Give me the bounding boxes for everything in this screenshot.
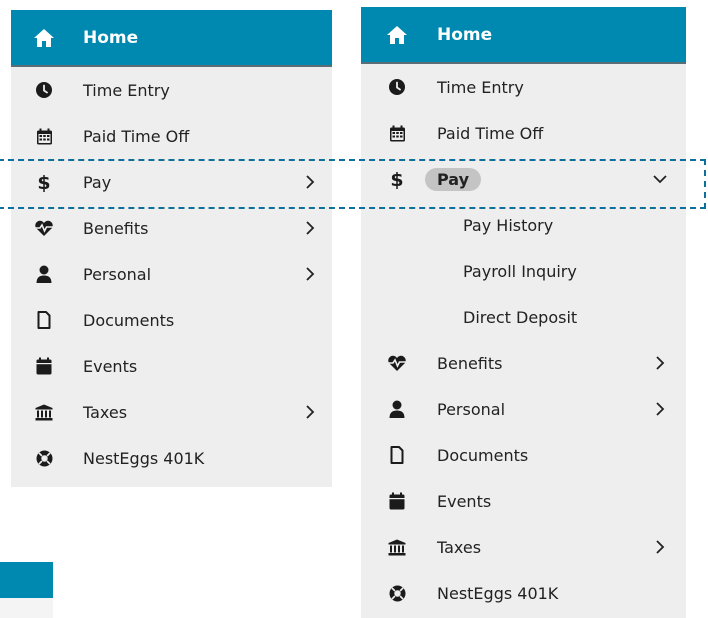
nav-label: NestEggs 401K [437,583,559,603]
nav-label: Documents [83,310,175,330]
dollar-icon: $ [33,171,55,193]
nav-item-time-entry[interactable]: Time Entry [11,67,332,113]
cropped-menu-fragment [0,562,53,618]
calendar-icon [33,355,55,377]
nav-item-pay-active[interactable]: $ Pay [361,156,686,202]
nav-item-taxes[interactable]: Taxes [361,524,686,570]
subnav-label: Payroll Inquiry [463,261,577,281]
nav-item-time-entry[interactable]: Time Entry [361,64,686,110]
expanded-nav-menu: Home Time Entry Paid Time Off $ Pay Pay … [361,7,686,618]
nav-label: Personal [83,264,152,284]
lifebuoy-icon [33,447,55,469]
nav-item-events[interactable]: Events [361,478,686,524]
fragment-body [0,598,53,618]
chevron-right-icon[interactable] [652,401,668,417]
svg-text:$: $ [37,172,50,192]
chevron-down-icon[interactable] [652,171,668,187]
subnav-label: Pay History [463,215,554,235]
heartbeat-icon [386,352,408,374]
nav-label: Benefits [437,353,503,373]
document-icon [33,309,55,331]
user-icon [33,263,55,285]
nav-item-documents[interactable]: Documents [11,297,332,343]
nav-label: Taxes [83,402,128,422]
chevron-right-icon[interactable] [302,220,318,236]
chevron-right-icon[interactable] [652,539,668,555]
chevron-right-icon[interactable] [302,404,318,420]
calendar-icon [386,490,408,512]
user-icon [386,398,408,420]
nav-item-benefits[interactable]: Benefits [361,340,686,386]
home-nav-item[interactable]: Home [11,10,332,67]
nav-label: Events [83,356,138,376]
nav-label: Documents [437,445,529,465]
home-label: Home [83,27,139,48]
clock-icon [386,76,408,98]
bank-icon [33,401,55,423]
subnav-item-direct-deposit[interactable]: Direct Deposit [361,294,686,340]
fragment-header-bar [0,562,53,598]
nav-item-nesteggs[interactable]: NestEggs 401K [361,570,686,616]
subnav-label: Direct Deposit [463,307,578,327]
nav-item-nesteggs[interactable]: NestEggs 401K [11,435,332,481]
nav-label: Paid Time Off [83,126,190,146]
nav-item-paid-time-off[interactable]: Paid Time Off [361,110,686,156]
nav-label: Paid Time Off [437,123,544,143]
chevron-right-icon[interactable] [652,355,668,371]
nav-item-paid-time-off[interactable]: Paid Time Off [11,113,332,159]
collapsed-nav-menu: Home Time Entry Paid Time Off $ Pay Bene… [11,10,332,487]
home-nav-item[interactable]: Home [361,7,686,64]
subnav-item-pay-history[interactable]: Pay History [361,202,686,248]
nav-item-documents[interactable]: Documents [361,432,686,478]
nav-label: Benefits [83,218,149,238]
heartbeat-icon [33,217,55,239]
calendar-icon [33,125,55,147]
nav-item-benefits[interactable]: Benefits [11,205,332,251]
clock-icon [33,79,55,101]
home-icon [386,24,408,46]
nav-label-active-pill: Pay [425,167,482,191]
nav-item-pay[interactable]: $ Pay [11,159,332,205]
bank-icon [386,536,408,558]
dollar-icon: $ [386,168,408,190]
nav-item-events[interactable]: Events [11,343,332,389]
svg-text:$: $ [390,169,403,189]
nav-label: Taxes [437,537,482,557]
calendar-icon [386,122,408,144]
chevron-right-icon[interactable] [302,266,318,282]
nav-label: Pay [83,172,112,192]
chevron-right-icon[interactable] [302,174,318,190]
nav-label: NestEggs 401K [83,448,205,468]
home-icon [33,27,55,49]
document-icon [386,444,408,466]
nav-label: Personal [437,399,506,419]
lifebuoy-icon [386,582,408,604]
nav-item-personal[interactable]: Personal [11,251,332,297]
subnav-item-payroll-inquiry[interactable]: Payroll Inquiry [361,248,686,294]
nav-label: Time Entry [437,77,524,97]
nav-label: Events [437,491,492,511]
nav-item-taxes[interactable]: Taxes [11,389,332,435]
nav-label: Time Entry [83,80,170,100]
home-label: Home [437,24,493,45]
nav-item-personal[interactable]: Personal [361,386,686,432]
